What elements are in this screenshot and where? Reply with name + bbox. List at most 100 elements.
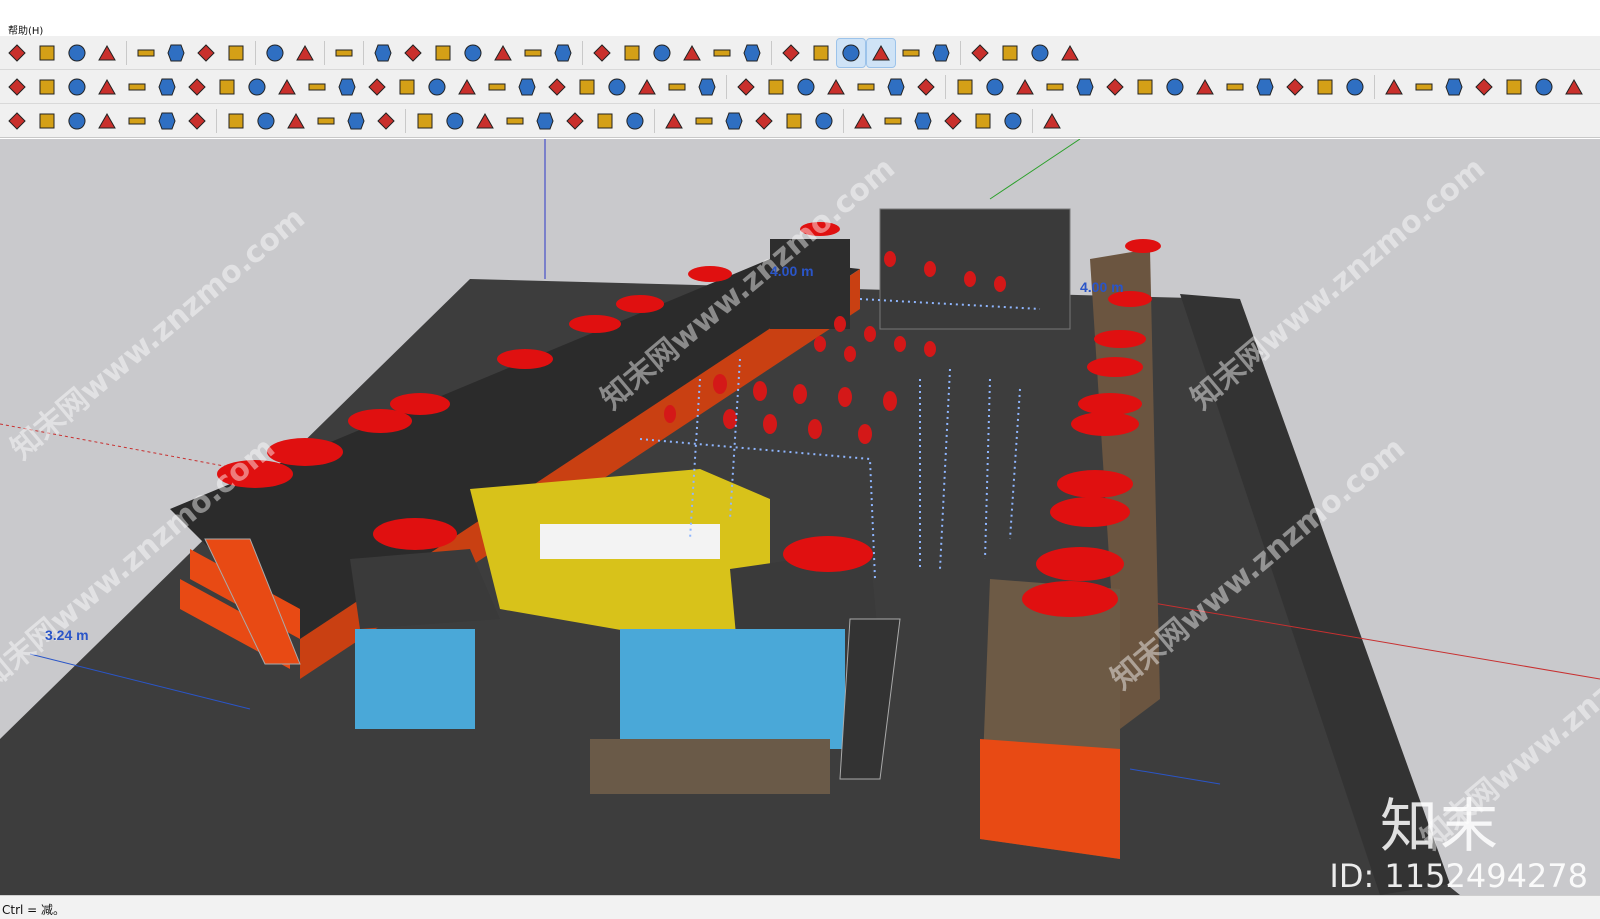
- solid-5-button[interactable]: [738, 39, 766, 67]
- clipboard-button[interactable]: [951, 73, 979, 101]
- outer-shell-button[interactable]: [810, 107, 838, 135]
- s-curve-2-button[interactable]: [621, 107, 649, 135]
- joint-button[interactable]: [123, 73, 151, 101]
- checker-button[interactable]: [192, 39, 220, 67]
- cloud-1-button[interactable]: [897, 39, 925, 67]
- axis-z-button[interactable]: [312, 107, 340, 135]
- link-button[interactable]: [183, 73, 211, 101]
- push-pull-button[interactable]: [459, 39, 487, 67]
- scenes-2-button[interactable]: [1500, 73, 1528, 101]
- shield-button[interactable]: [543, 73, 571, 101]
- paint-button[interactable]: [399, 39, 427, 67]
- wave-button[interactable]: [123, 107, 151, 135]
- book-button[interactable]: [969, 107, 997, 135]
- stack-button[interactable]: [777, 39, 805, 67]
- model-viewport[interactable]: 知末网www.znzmo.com 知末网www.znzmo.com 知末网www…: [0, 139, 1600, 895]
- scenes-button[interactable]: [1470, 73, 1498, 101]
- path-1-button[interactable]: [213, 73, 241, 101]
- refresh-button[interactable]: [33, 39, 61, 67]
- mail-button[interactable]: [291, 39, 319, 67]
- grid-box-button[interactable]: [849, 107, 877, 135]
- stairs-button[interactable]: [303, 73, 331, 101]
- axis-v-button[interactable]: [372, 107, 400, 135]
- arrow-up-button[interactable]: [693, 73, 721, 101]
- solid-3-button[interactable]: [678, 39, 706, 67]
- rotate-button[interactable]: [1026, 39, 1054, 67]
- cube-wire-button[interactable]: [1101, 73, 1129, 101]
- bridge-button[interactable]: [501, 107, 529, 135]
- bar-button[interactable]: [423, 73, 451, 101]
- bell-button[interactable]: [603, 73, 631, 101]
- leaf-button[interactable]: [531, 107, 559, 135]
- cloud-sync-button[interactable]: [836, 37, 866, 68]
- solid-1-button[interactable]: [618, 39, 646, 67]
- house-5-button[interactable]: [912, 73, 940, 101]
- settings-button[interactable]: [261, 39, 289, 67]
- section-button[interactable]: [162, 39, 190, 67]
- palette-4-button[interactable]: [1311, 73, 1339, 101]
- user-button[interactable]: [369, 39, 397, 67]
- cloud-upload-button[interactable]: [222, 39, 250, 67]
- house-1-button[interactable]: [762, 73, 790, 101]
- redeye-button[interactable]: [1560, 73, 1588, 101]
- slash-button[interactable]: [411, 107, 439, 135]
- box-button[interactable]: [807, 39, 835, 67]
- roof-button[interactable]: [489, 39, 517, 67]
- eye-button[interactable]: [1530, 73, 1558, 101]
- bucket-button[interactable]: [519, 39, 547, 67]
- terrain-1-button[interactable]: [909, 107, 937, 135]
- palette-3-button[interactable]: [1281, 73, 1309, 101]
- cloud-search-button[interactable]: [866, 37, 896, 68]
- trim-button[interactable]: [750, 107, 778, 135]
- magnify-button[interactable]: [1161, 73, 1189, 101]
- chrome-button[interactable]: [1056, 39, 1084, 67]
- door-button[interactable]: [792, 73, 820, 101]
- materials-button[interactable]: [1341, 73, 1369, 101]
- crate-button[interactable]: [483, 73, 511, 101]
- pencil-button[interactable]: [981, 73, 1009, 101]
- basket-button[interactable]: [732, 73, 760, 101]
- subtract-button[interactable]: [690, 107, 718, 135]
- extension-warehouse-button[interactable]: [3, 39, 31, 67]
- add-layer-button[interactable]: [1410, 73, 1438, 101]
- layout-button[interactable]: [63, 39, 91, 67]
- plugin-button[interactable]: [1038, 107, 1066, 135]
- grid-box-2-button[interactable]: [879, 107, 907, 135]
- tree-button[interactable]: [132, 39, 160, 67]
- iso-2-button[interactable]: [471, 107, 499, 135]
- iso-1-button[interactable]: [441, 107, 469, 135]
- crop-button[interactable]: [183, 107, 211, 135]
- wand-button[interactable]: [153, 107, 181, 135]
- gear-2-button[interactable]: [1191, 73, 1219, 101]
- box-gray-button[interactable]: [63, 107, 91, 135]
- solid-4-button[interactable]: [708, 39, 736, 67]
- grid-paint-button[interactable]: [429, 39, 457, 67]
- house-2-button[interactable]: [822, 73, 850, 101]
- house-3-button[interactable]: [852, 73, 880, 101]
- triangle-button[interactable]: [222, 107, 250, 135]
- plank-button[interactable]: [453, 73, 481, 101]
- sync-layer-button[interactable]: [1440, 73, 1468, 101]
- corner-button[interactable]: [561, 107, 589, 135]
- vertex-button[interactable]: [93, 107, 121, 135]
- tilt-button[interactable]: [588, 39, 616, 67]
- path-3-button[interactable]: [273, 73, 301, 101]
- s-curve-button[interactable]: [591, 107, 619, 135]
- bulb-button[interactable]: [1071, 73, 1099, 101]
- recycle-button[interactable]: [633, 73, 661, 101]
- gear-button[interactable]: [513, 73, 541, 101]
- cylinder-button[interactable]: [3, 73, 31, 101]
- box-green-button[interactable]: [33, 107, 61, 135]
- box-yellow-button[interactable]: [3, 107, 31, 135]
- menu-help[interactable]: 帮助(H): [8, 22, 43, 37]
- cloud-2-button[interactable]: [927, 39, 955, 67]
- terrain-2-button[interactable]: [939, 107, 967, 135]
- import-button[interactable]: [1041, 73, 1069, 101]
- shape-button[interactable]: [663, 73, 691, 101]
- export-dxf-button[interactable]: [1011, 73, 1039, 101]
- cube-button[interactable]: [1131, 73, 1159, 101]
- path-2-button[interactable]: [243, 73, 271, 101]
- cylinder-2-button[interactable]: [33, 73, 61, 101]
- shield-2-button[interactable]: [573, 73, 601, 101]
- pipe-2-button[interactable]: [93, 73, 121, 101]
